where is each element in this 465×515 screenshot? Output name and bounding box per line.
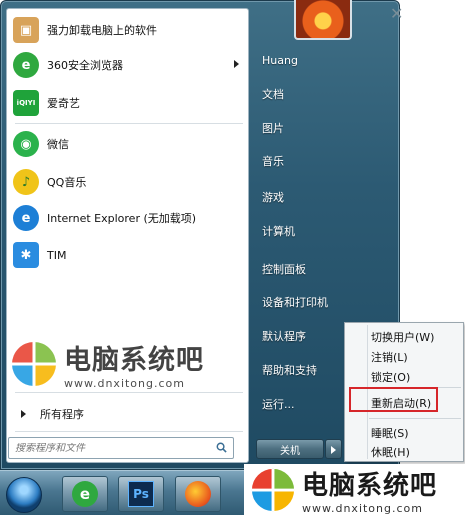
shutdown-options-arrow-icon[interactable] xyxy=(325,439,342,459)
link-user-folder[interactable]: Huang xyxy=(262,49,298,71)
watermark-name: 电脑系统吧 xyxy=(64,345,204,376)
program-label: QQ音乐 xyxy=(47,176,87,189)
qq-music-icon: ♪ xyxy=(13,169,39,195)
program-label: Internet Explorer (无加载项) xyxy=(47,212,197,225)
search-input[interactable] xyxy=(9,442,199,454)
program-label: 微信 xyxy=(47,138,69,151)
program-label: 强力卸载电脑上的软件 xyxy=(47,24,157,37)
taskbar-photoshop[interactable]: Ps xyxy=(118,476,164,512)
program-label: 爱奇艺 xyxy=(47,97,80,110)
expand-arrow-icon xyxy=(21,410,26,418)
tim-icon: ✱ xyxy=(13,242,39,268)
program-label: TIM xyxy=(47,248,67,262)
windows-flag-logo-icon xyxy=(251,468,295,511)
program-label: 360安全浏览器 xyxy=(47,59,123,72)
link-computer[interactable]: 计算机 xyxy=(262,220,295,242)
menu-item-hibernate[interactable]: 休眠(H) xyxy=(371,444,410,460)
program-wechat[interactable]: ◉ 微信 xyxy=(11,127,245,161)
all-programs-label: 所有程序 xyxy=(40,408,84,421)
windows-flag-logo-icon xyxy=(12,342,56,386)
link-help-support[interactable]: 帮助和支持 xyxy=(262,359,317,381)
search-icon[interactable] xyxy=(216,442,227,453)
360-browser-icon: e xyxy=(13,52,39,78)
link-control-panel[interactable]: 控制面板 xyxy=(262,258,306,280)
restart-highlight-box xyxy=(349,387,438,412)
watermark-name: 电脑系统吧 xyxy=(302,470,438,501)
link-default-programs[interactable]: 默认程序 xyxy=(262,325,306,347)
start-orb-icon[interactable] xyxy=(6,477,42,513)
program-qq-music[interactable]: ♪ QQ音乐 xyxy=(11,165,245,199)
program-tim[interactable]: ✱ TIM xyxy=(11,238,245,272)
programs-pane: ▣ 强力卸载电脑上的软件 e 360安全浏览器 iQIYI 爱奇艺 ◉ 微信 ♪… xyxy=(6,8,249,463)
menu-item-sleep[interactable]: 睡眠(S) xyxy=(371,425,409,441)
separator xyxy=(15,123,243,124)
submenu-arrow-icon[interactable] xyxy=(234,60,239,68)
watermark-logo: 电脑系统吧 www.dnxitong.com xyxy=(244,464,465,515)
program-360-browser[interactable]: e 360安全浏览器 xyxy=(11,48,245,82)
photoshop-icon: Ps xyxy=(128,481,154,507)
link-run[interactable]: 运行... xyxy=(262,393,295,415)
taskbar-firefox[interactable] xyxy=(175,476,221,512)
firefox-icon xyxy=(185,481,211,507)
360-browser-icon: e xyxy=(72,481,98,507)
watermark-url: www.dnxitong.com xyxy=(64,377,185,390)
link-documents[interactable]: 文档 xyxy=(262,83,284,105)
uninstaller-icon: ▣ xyxy=(13,17,39,43)
separator xyxy=(15,392,243,393)
menu-separator xyxy=(369,418,461,419)
watermark-url: www.dnxitong.com xyxy=(302,501,423,515)
search-box[interactable] xyxy=(8,437,234,459)
menu-item-switch-user[interactable]: 切换用户(W) xyxy=(371,329,434,345)
close-icon: ✕ xyxy=(390,4,404,23)
program-internet-explorer[interactable]: e Internet Explorer (无加载项) xyxy=(11,201,245,235)
user-picture[interactable] xyxy=(294,0,352,40)
link-pictures[interactable]: 图片 xyxy=(262,117,284,139)
all-programs-button[interactable]: 所有程序 xyxy=(13,401,245,427)
link-games[interactable]: 游戏 xyxy=(262,186,284,208)
internet-explorer-icon: e xyxy=(13,205,39,231)
menu-item-log-off[interactable]: 注销(L) xyxy=(371,349,408,365)
program-iqiyi[interactable]: iQIYI 爱奇艺 xyxy=(11,86,245,120)
shutdown-button[interactable]: 关机 xyxy=(256,439,324,459)
taskbar-360-browser[interactable]: e xyxy=(62,476,108,512)
link-devices-printers[interactable]: 设备和打印机 xyxy=(262,291,328,313)
menu-item-lock[interactable]: 锁定(O) xyxy=(371,369,410,385)
link-music[interactable]: 音乐 xyxy=(262,150,284,172)
iqiyi-icon: iQIYI xyxy=(13,90,39,116)
watermark-logo: 电脑系统吧 www.dnxitong.com xyxy=(10,338,204,390)
separator xyxy=(15,431,243,432)
wechat-icon: ◉ xyxy=(13,131,39,157)
program-uninstaller[interactable]: ▣ 强力卸载电脑上的软件 xyxy=(11,13,245,47)
